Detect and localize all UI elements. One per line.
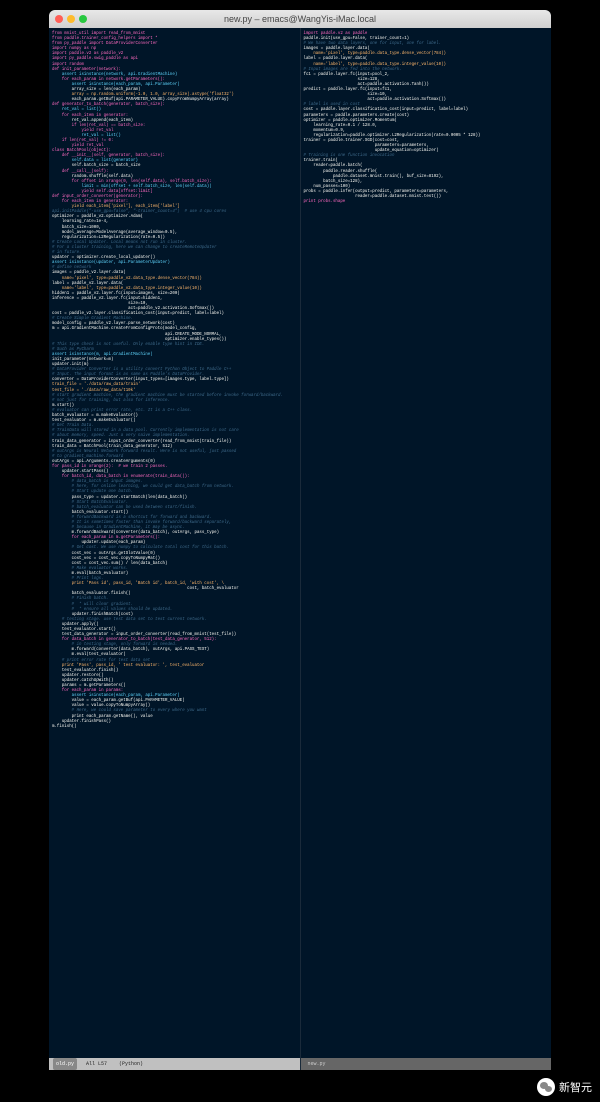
left-pane: from mnist_util import read_from_mnistfr… bbox=[49, 28, 300, 1070]
right-pane: import paddle.v2 as paddlepaddle.init(us… bbox=[300, 28, 552, 1070]
modeline-filename: old.py bbox=[53, 1058, 77, 1070]
brand-text: 新智元 bbox=[559, 1079, 592, 1095]
left-modeline: old.py All L57 (Python) bbox=[49, 1058, 300, 1070]
code-line: # start gradient machine, the gradient m… bbox=[52, 394, 297, 399]
right-buffer[interactable]: import paddle.v2 as paddlepaddle.init(us… bbox=[301, 28, 552, 1058]
window-title: new.py – emacs@WangYis-iMac.local bbox=[49, 14, 551, 24]
left-buffer[interactable]: from mnist_util import read_from_mnistfr… bbox=[49, 28, 300, 1058]
modeline-filename: new.py bbox=[305, 1058, 329, 1070]
titlebar[interactable]: new.py – emacs@WangYis-iMac.local bbox=[49, 10, 551, 28]
watermark: 新智元 bbox=[537, 1078, 592, 1096]
right-modeline: new.py bbox=[301, 1058, 552, 1070]
split-panes: from mnist_util import read_from_mnistfr… bbox=[49, 28, 551, 1070]
editor-window: new.py – emacs@WangYis-iMac.local from m… bbox=[49, 10, 551, 1070]
code-line: print probs.shape bbox=[304, 200, 549, 205]
modeline-position: All L57 bbox=[83, 1058, 110, 1070]
modeline-mode: (Python) bbox=[116, 1058, 146, 1070]
code-line: m.finish() bbox=[52, 725, 297, 730]
wechat-icon bbox=[537, 1078, 555, 1096]
